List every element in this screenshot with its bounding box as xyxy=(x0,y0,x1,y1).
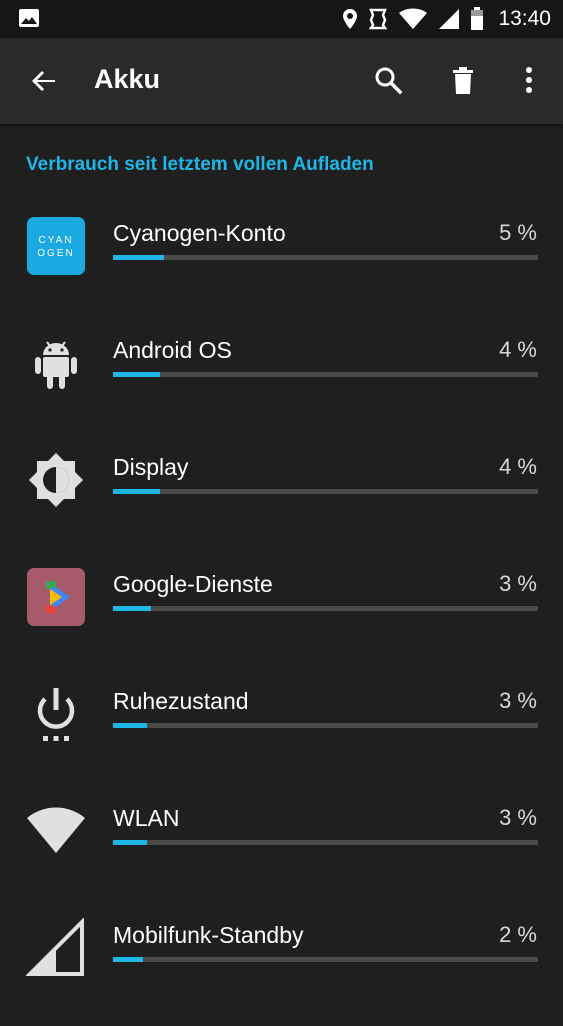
item-percent: 2 % xyxy=(499,922,537,947)
battery-icon xyxy=(471,7,484,30)
item-percent: 3 % xyxy=(499,571,537,596)
usage-bar-fill xyxy=(113,489,160,494)
status-time: 13:40 xyxy=(498,7,551,30)
item-name: Ruhezustand xyxy=(113,688,249,714)
more-vertical-icon[interactable] xyxy=(513,64,545,96)
nfc-icon xyxy=(369,8,388,30)
cyanogen-icon: CYAN OGEN xyxy=(27,217,85,275)
cell-signal-icon xyxy=(26,918,84,976)
wifi-icon xyxy=(27,807,85,853)
list-item[interactable]: Mobilfunk-Standby 2 % xyxy=(0,910,563,1026)
google-play-services-icon xyxy=(27,568,85,626)
item-name: Display xyxy=(113,454,189,480)
cyanogen-icon-text-1: CYAN xyxy=(38,235,73,246)
usage-bar-fill xyxy=(113,840,147,845)
trash-icon[interactable] xyxy=(447,64,479,96)
item-name: Mobilfunk-Standby xyxy=(113,922,304,948)
toolbar: Akku xyxy=(0,38,563,124)
usage-bar xyxy=(113,723,538,728)
item-name: Cyanogen-Konto xyxy=(113,220,286,246)
item-name: WLAN xyxy=(113,805,180,831)
item-percent: 3 % xyxy=(499,688,537,713)
image-notification-icon xyxy=(19,9,39,27)
usage-bar-fill xyxy=(113,606,152,611)
list-item[interactable]: Ruhezustand 3 % xyxy=(0,676,563,792)
usage-bar xyxy=(113,372,538,377)
usage-bar-fill xyxy=(113,255,164,260)
battery-usage-list: Verbrauch seit letztem vollen Aufladen C… xyxy=(0,124,563,1000)
usage-bar-fill xyxy=(113,372,160,377)
usage-bar-fill xyxy=(113,957,143,962)
usage-bar-fill xyxy=(113,723,147,728)
usage-bar xyxy=(113,606,538,611)
list-item[interactable]: Android OS 4 % xyxy=(0,325,563,441)
list-item[interactable]: Display 4 % xyxy=(0,442,563,558)
item-name: Google-Dienste xyxy=(113,571,273,597)
signal-icon xyxy=(439,9,460,29)
item-name: Android OS xyxy=(113,337,232,363)
item-percent: 5 % xyxy=(499,220,537,245)
usage-bar xyxy=(113,957,538,962)
usage-bar xyxy=(113,840,538,845)
arrow-back-icon[interactable] xyxy=(28,65,60,97)
location-icon xyxy=(343,9,358,29)
power-idle-icon xyxy=(37,688,75,741)
cyanogen-icon-text-2: OGEN xyxy=(37,248,74,259)
status-icons: 13:40 xyxy=(342,0,551,38)
wifi-icon xyxy=(399,8,428,29)
section-header: Verbrauch seit letztem vollen Aufladen xyxy=(26,154,374,175)
list-item[interactable]: WLAN 3 % xyxy=(0,793,563,909)
usage-bar xyxy=(113,255,538,260)
item-percent: 4 % xyxy=(499,454,537,479)
search-icon[interactable] xyxy=(372,64,404,96)
list-item[interactable]: Google-Dienste 3 % xyxy=(0,559,563,675)
page-title: Akku xyxy=(94,64,161,94)
status-bar: 13:40 xyxy=(0,0,563,38)
list-item[interactable]: CYAN OGEN Cyanogen-Konto 5 % xyxy=(0,208,563,324)
brightness-icon xyxy=(29,453,83,507)
item-percent: 4 % xyxy=(499,337,537,362)
usage-bar xyxy=(113,489,538,494)
item-percent: 3 % xyxy=(499,805,537,830)
android-icon xyxy=(35,341,77,389)
